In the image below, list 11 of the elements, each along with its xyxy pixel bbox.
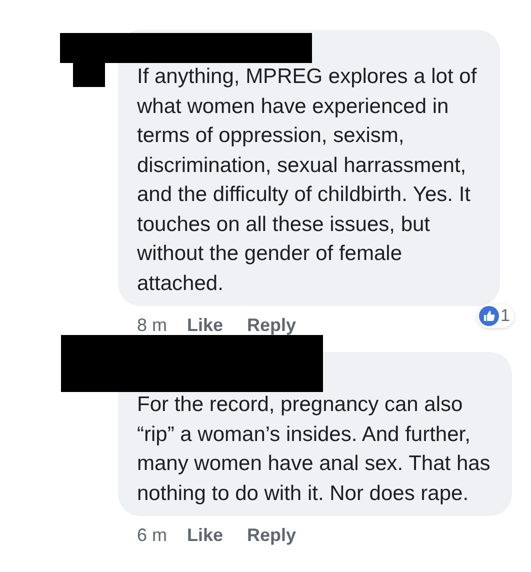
- reaction-count: 1: [500, 306, 510, 326]
- comment-action-link[interactable]: Like: [187, 524, 224, 546]
- comment-action-link[interactable]: Like: [187, 314, 224, 336]
- thumbs-up-icon: [478, 306, 499, 326]
- comment-text: If anything, MPREG explores a lot of what women have experienced in terms of oppression, sexism, discrimination, sexual harrassment, and the difficulty of childbirth. Yes. It touches on all these issues, but without the gender of female attached.: [137, 64, 478, 296]
- comment-time: 8 m: [137, 314, 168, 336]
- comment-time: 6 m: [137, 524, 168, 546]
- reaction-badge[interactable]: 1: [476, 304, 514, 328]
- comment-action-link[interactable]: Reply: [247, 524, 296, 546]
- comment-text: For the record, pregnancy can also “rip” a woman’s insides. And further, many women have anal sex. That has nothing to do with it. Nor does rape.: [137, 392, 492, 506]
- comment-action-link[interactable]: Reply: [247, 314, 296, 336]
